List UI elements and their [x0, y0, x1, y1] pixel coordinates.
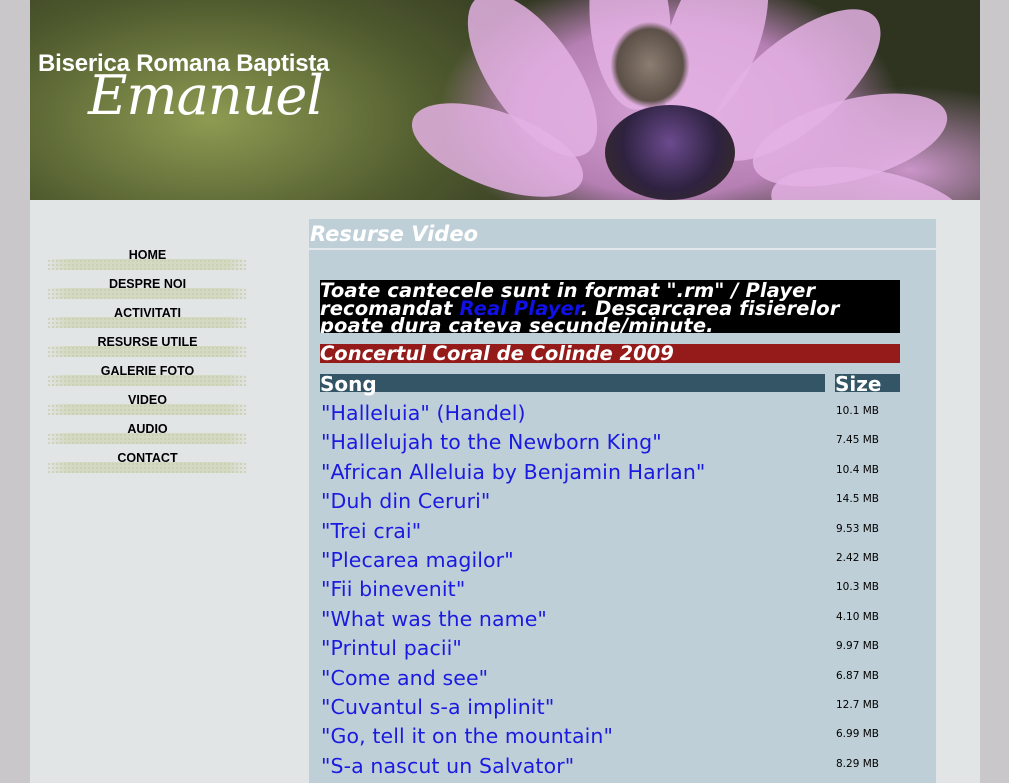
nav-item-video[interactable]: VIDEO — [47, 389, 248, 418]
butterfly-image — [590, 5, 710, 125]
table-row: "Plecarea magilor" 2.42 MB — [320, 545, 920, 574]
song-link[interactable]: "Fii binevenit" — [321, 577, 465, 601]
format-notice: Toate cantecele sunt in format ".rm" / P… — [320, 280, 900, 333]
nav-item-audio[interactable]: AUDIO — [47, 418, 248, 447]
song-size: 10.3 MB — [836, 581, 879, 594]
song-size: 6.87 MB — [836, 669, 879, 682]
nav-label: GALERIE FOTO — [100, 364, 195, 378]
table-row: "Go, tell it on the mountain" 6.99 MB — [320, 721, 920, 750]
page: Biserica Romana Baptista Emanuel HOME DE… — [30, 0, 980, 783]
song-size: 4.10 MB — [836, 610, 879, 623]
header-banner: Biserica Romana Baptista Emanuel — [30, 0, 980, 200]
song-link[interactable]: "Halleluia" (Handel) — [321, 401, 526, 425]
song-size: 14.5 MB — [836, 493, 879, 506]
song-link[interactable]: "Hallelujah to the Newborn King" — [321, 430, 662, 454]
song-link[interactable]: "African Alleluia by Benjamin Harlan" — [321, 460, 705, 484]
song-size: 9.53 MB — [836, 522, 879, 535]
nav-label: HOME — [128, 248, 167, 262]
section-title: Concertul Coral de Colinde 2009 — [320, 344, 900, 364]
site-subtitle: Emanuel — [88, 64, 324, 127]
main-nav: HOME DESPRE NOI ACTIVITATI RESURSE UTILE… — [47, 244, 248, 476]
song-link[interactable]: "Duh din Ceruri" — [321, 489, 490, 513]
song-link[interactable]: "Printul pacii" — [321, 636, 462, 660]
nav-item-contact[interactable]: CONTACT — [47, 447, 248, 476]
nav-label: ACTIVITATI — [114, 306, 181, 320]
nav-item-home[interactable]: HOME — [47, 244, 248, 273]
song-link[interactable]: "S-a nascut un Salvator" — [321, 754, 574, 778]
song-size: 8.29 MB — [836, 757, 879, 770]
song-size: 9.97 MB — [836, 640, 879, 653]
nav-label: DESPRE NOI — [108, 277, 187, 291]
nav-label: AUDIO — [127, 422, 168, 436]
song-link[interactable]: "Plecarea magilor" — [321, 548, 514, 572]
song-size: 10.1 MB — [836, 405, 879, 417]
song-link[interactable]: "Go, tell it on the mountain" — [321, 724, 613, 748]
nav-item-resurse-utile[interactable]: RESURSE UTILE — [47, 331, 248, 360]
column-header-song: Song — [320, 374, 825, 394]
table-row: "Hallelujah to the Newborn King" 7.45 MB — [320, 427, 920, 456]
song-link[interactable]: "Come and see" — [321, 666, 488, 690]
table-row: "Printul pacii" 9.97 MB — [320, 633, 920, 662]
page-title: Resurse Video — [309, 219, 936, 250]
song-size: 7.45 MB — [836, 434, 879, 447]
nav-label: VIDEO — [128, 393, 167, 407]
table-row: "S-a nascut un Salvator" 8.29 MB — [320, 751, 920, 780]
table-row: "Halleluia" (Handel) 10.1 MB — [320, 398, 920, 427]
song-link[interactable]: "Trei crai" — [321, 519, 421, 543]
song-link[interactable]: "What was the name" — [321, 607, 547, 631]
table-row: "What was the name" 4.10 MB — [320, 604, 920, 633]
nav-item-galerie-foto[interactable]: GALERIE FOTO — [47, 360, 248, 389]
table-row: "Fii binevenit" 10.3 MB — [320, 574, 920, 603]
song-size: 12.7 MB — [836, 698, 879, 711]
song-size: 10.4 MB — [836, 463, 879, 476]
song-link[interactable]: "Cuvantul s-a implinit" — [321, 695, 554, 719]
nav-item-activitati[interactable]: ACTIVITATI — [47, 302, 248, 331]
table-row: "Trei crai" 9.53 MB — [320, 516, 920, 545]
nav-label: RESURSE UTILE — [97, 335, 198, 349]
table-row: "Duh din Ceruri" 14.5 MB — [320, 486, 920, 515]
song-size: 2.42 MB — [836, 551, 879, 564]
table-row: "Cuvantul s-a implinit" 12.7 MB — [320, 692, 920, 721]
song-list: "Halleluia" (Handel) 10.1 MB "Hallelujah … — [320, 398, 920, 780]
nav-item-despre-noi[interactable]: DESPRE NOI — [47, 273, 248, 302]
nav-label: CONTACT — [117, 451, 178, 465]
column-header-size: Size — [835, 374, 900, 394]
table-row: "African Alleluia by Benjamin Harlan" 10.… — [320, 457, 920, 486]
table-row: "Come and see" 6.87 MB — [320, 663, 920, 692]
main-content: Resurse Video Toate cantecele sunt in fo… — [309, 219, 936, 783]
song-size: 6.99 MB — [836, 728, 879, 741]
